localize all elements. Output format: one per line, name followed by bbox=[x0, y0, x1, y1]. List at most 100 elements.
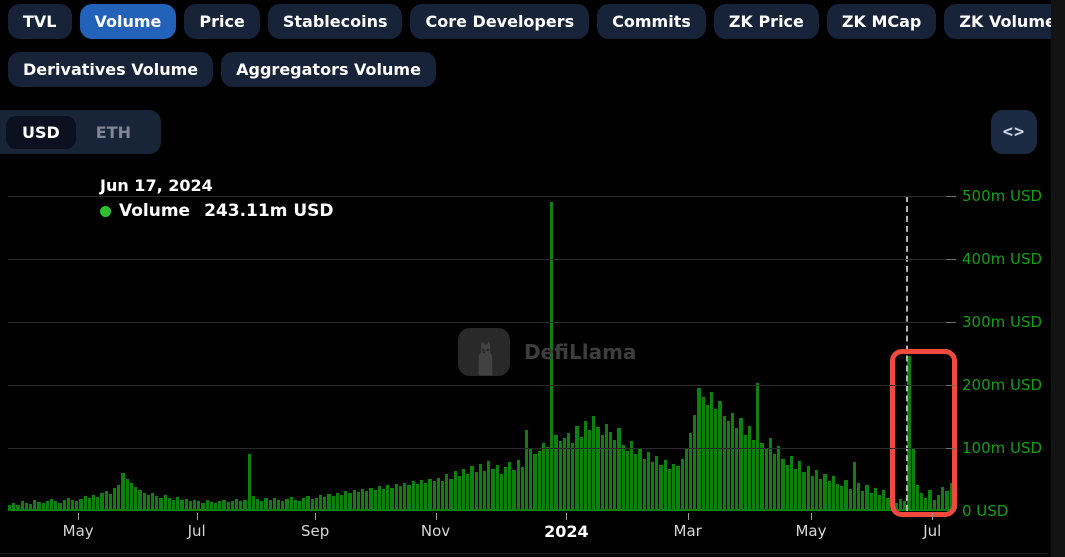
tab-aggregators-volume[interactable]: Aggregators Volume bbox=[221, 52, 436, 87]
volume-bar[interactable] bbox=[117, 485, 120, 509]
volume-bar[interactable] bbox=[311, 499, 314, 509]
volume-bar[interactable] bbox=[168, 498, 171, 509]
volume-bar[interactable] bbox=[836, 484, 839, 509]
volume-bar[interactable] bbox=[748, 426, 751, 509]
currency-option-eth[interactable]: ETH bbox=[80, 116, 147, 149]
volume-bar[interactable] bbox=[21, 501, 24, 509]
volume-bar[interactable] bbox=[420, 480, 423, 509]
volume-bar[interactable] bbox=[702, 397, 705, 509]
volume-bar[interactable] bbox=[521, 467, 524, 509]
volume-bar[interactable] bbox=[685, 449, 688, 509]
volume-bar[interactable] bbox=[609, 432, 612, 509]
volume-bar[interactable] bbox=[504, 467, 507, 509]
volume-bar[interactable] bbox=[765, 449, 768, 509]
volume-bar[interactable] bbox=[395, 484, 398, 509]
volume-bar[interactable] bbox=[819, 479, 822, 509]
volume-bar[interactable] bbox=[441, 481, 444, 509]
volume-bar[interactable] bbox=[744, 435, 747, 509]
volume-bar[interactable] bbox=[243, 500, 246, 509]
volume-bar[interactable] bbox=[449, 479, 452, 509]
volume-bar[interactable] bbox=[12, 503, 15, 509]
volume-bar[interactable] bbox=[210, 502, 213, 509]
volume-bar[interactable] bbox=[475, 472, 478, 509]
volume-bar[interactable] bbox=[290, 497, 293, 509]
volume-bar[interactable] bbox=[878, 495, 881, 509]
volume-bar[interactable] bbox=[369, 488, 372, 509]
volume-bar[interactable] bbox=[681, 459, 684, 509]
volume-bar[interactable] bbox=[382, 489, 385, 509]
volume-bar[interactable] bbox=[130, 483, 133, 509]
volume-bar[interactable] bbox=[529, 449, 532, 509]
volume-bar[interactable] bbox=[63, 500, 66, 509]
volume-bar[interactable] bbox=[348, 493, 351, 509]
volume-bar[interactable] bbox=[315, 498, 318, 509]
volume-bar[interactable] bbox=[781, 459, 784, 509]
volume-bar[interactable] bbox=[54, 501, 57, 509]
volume-bar[interactable] bbox=[571, 443, 574, 509]
volume-bar[interactable] bbox=[563, 438, 566, 509]
volume-bar[interactable] bbox=[206, 500, 209, 509]
volume-bar[interactable] bbox=[853, 462, 856, 509]
volume-bar[interactable] bbox=[622, 445, 625, 509]
volume-bar[interactable] bbox=[470, 466, 473, 509]
volume-bar[interactable] bbox=[517, 460, 520, 509]
volume-bar[interactable] bbox=[227, 502, 230, 509]
volume-bar[interactable] bbox=[605, 424, 608, 509]
volume-bar[interactable] bbox=[832, 476, 835, 509]
volume-bar[interactable] bbox=[42, 503, 45, 509]
volume-bar[interactable] bbox=[533, 454, 536, 509]
volume-bar[interactable] bbox=[197, 501, 200, 509]
embed-chart-button[interactable]: <> bbox=[991, 110, 1037, 154]
volume-bar[interactable] bbox=[252, 496, 255, 509]
volume-bar[interactable] bbox=[29, 504, 32, 509]
volume-bar[interactable] bbox=[147, 495, 150, 509]
volume-bar[interactable] bbox=[180, 500, 183, 509]
volume-bar[interactable] bbox=[50, 499, 53, 509]
volume-bar[interactable] bbox=[121, 473, 124, 509]
volume-bar[interactable] bbox=[386, 485, 389, 509]
volume-bar[interactable] bbox=[264, 498, 267, 509]
volume-bar[interactable] bbox=[723, 416, 726, 509]
volume-bar[interactable] bbox=[185, 499, 188, 509]
volume-bar[interactable] bbox=[575, 426, 578, 509]
volume-bar[interactable] bbox=[353, 490, 356, 509]
volume-bar[interactable] bbox=[874, 488, 877, 509]
volume-bar[interactable] bbox=[277, 500, 280, 509]
volume-bar[interactable] bbox=[706, 405, 709, 509]
volume-bar[interactable] bbox=[638, 449, 641, 509]
volume-bar[interactable] bbox=[336, 493, 339, 509]
volume-bar[interactable] bbox=[344, 491, 347, 509]
volume-bar[interactable] bbox=[861, 491, 864, 509]
volume-bar[interactable] bbox=[643, 459, 646, 509]
volume-bar[interactable] bbox=[588, 430, 591, 509]
volume-bar[interactable] bbox=[496, 465, 499, 509]
volume-bar[interactable] bbox=[143, 493, 146, 509]
volume-bar[interactable] bbox=[596, 427, 599, 509]
volume-bar[interactable] bbox=[390, 488, 393, 509]
volume-bar[interactable] bbox=[760, 443, 763, 509]
volume-bar[interactable] bbox=[46, 501, 49, 509]
volume-bar[interactable] bbox=[151, 493, 154, 509]
volume-bar[interactable] bbox=[357, 492, 360, 509]
volume-bar[interactable] bbox=[294, 500, 297, 509]
volume-bar[interactable] bbox=[811, 476, 814, 509]
volume-bar[interactable] bbox=[487, 461, 490, 509]
volume-bar[interactable] bbox=[554, 435, 557, 509]
volume-bar[interactable] bbox=[655, 456, 658, 509]
volume-bar[interactable] bbox=[786, 465, 789, 509]
tab-stablecoins[interactable]: Stablecoins bbox=[268, 4, 403, 39]
volume-bar[interactable] bbox=[25, 503, 28, 509]
volume-bar[interactable] bbox=[693, 415, 696, 510]
volume-bar[interactable] bbox=[92, 495, 95, 509]
volume-bar[interactable] bbox=[659, 465, 662, 509]
volume-bar[interactable] bbox=[256, 499, 259, 509]
volume-bar[interactable] bbox=[672, 464, 675, 509]
tab-price[interactable]: Price bbox=[184, 4, 259, 39]
volume-bar[interactable] bbox=[479, 464, 482, 509]
volume-bar[interactable] bbox=[865, 485, 868, 509]
volume-bar[interactable] bbox=[790, 456, 793, 509]
volume-bar[interactable] bbox=[260, 501, 263, 509]
volume-bar[interactable] bbox=[525, 430, 528, 509]
volume-bar[interactable] bbox=[428, 479, 431, 509]
volume-bar[interactable] bbox=[306, 496, 309, 509]
